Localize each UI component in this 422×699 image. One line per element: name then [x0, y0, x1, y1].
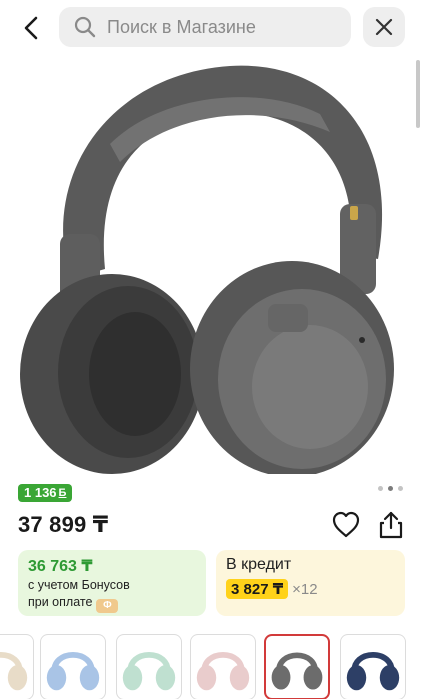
product-image[interactable]: [0, 54, 414, 474]
thumbnail-color-6[interactable]: [340, 634, 406, 699]
search-icon: [74, 16, 96, 38]
thumbnail-color-5-selected[interactable]: [264, 634, 330, 699]
credit-card[interactable]: В кредит 3 827 ₸ ×12: [216, 550, 405, 616]
headphones-thumb-icon: [346, 651, 400, 691]
credit-monthly: 3 827 ₸: [226, 579, 289, 599]
bonus-badge: 1 136 Б: [18, 484, 73, 502]
search-bar[interactable]: [59, 7, 351, 47]
bonus-b-icon: Б: [58, 487, 67, 499]
scrollbar[interactable]: [416, 60, 420, 128]
gallery-dot[interactable]: [398, 486, 403, 491]
gallery-dot[interactable]: [378, 486, 383, 491]
back-button[interactable]: [14, 10, 50, 46]
top-bar: [0, 0, 422, 54]
favorite-button[interactable]: [331, 510, 361, 540]
headphones-thumb-icon: [0, 651, 28, 691]
heart-icon: [332, 511, 360, 538]
color-thumbnails: [0, 632, 422, 699]
share-icon: [379, 511, 403, 539]
coin-icon: Ф: [96, 599, 119, 613]
headphones-thumb-icon: [271, 652, 323, 690]
bonus-price-card[interactable]: 36 763 ₸ с учетом Бонусов при оплате Ф: [18, 550, 206, 616]
thumbnail-color-2[interactable]: [40, 634, 106, 699]
thumbnail-color-1[interactable]: [0, 634, 34, 699]
headphones-image: [20, 65, 394, 474]
bonus-price-line2: при оплате Ф: [28, 594, 196, 613]
bonus-price-line1: с учетом Бонусов: [28, 578, 130, 592]
gallery-dots: [378, 486, 403, 491]
close-icon: [375, 18, 393, 36]
thumbnail-color-3[interactable]: [116, 634, 182, 699]
bonus-badge-value: 1 136: [24, 485, 57, 500]
close-button[interactable]: [363, 7, 405, 47]
headphones-thumb-icon: [46, 651, 100, 691]
credit-multiplier: ×12: [292, 580, 318, 598]
gallery-dot-active[interactable]: [388, 486, 393, 491]
bonus-price-amount: 36 763 ₸: [28, 558, 93, 575]
chevron-left-icon: [24, 16, 38, 40]
credit-label: В кредит: [226, 556, 292, 573]
product-price: 37 899 ₸: [18, 512, 109, 537]
headphones-thumb-icon: [122, 651, 176, 691]
share-button[interactable]: [376, 510, 406, 540]
search-input[interactable]: [107, 16, 327, 38]
thumbnail-color-4[interactable]: [190, 634, 256, 699]
headphones-thumb-icon: [196, 651, 250, 691]
